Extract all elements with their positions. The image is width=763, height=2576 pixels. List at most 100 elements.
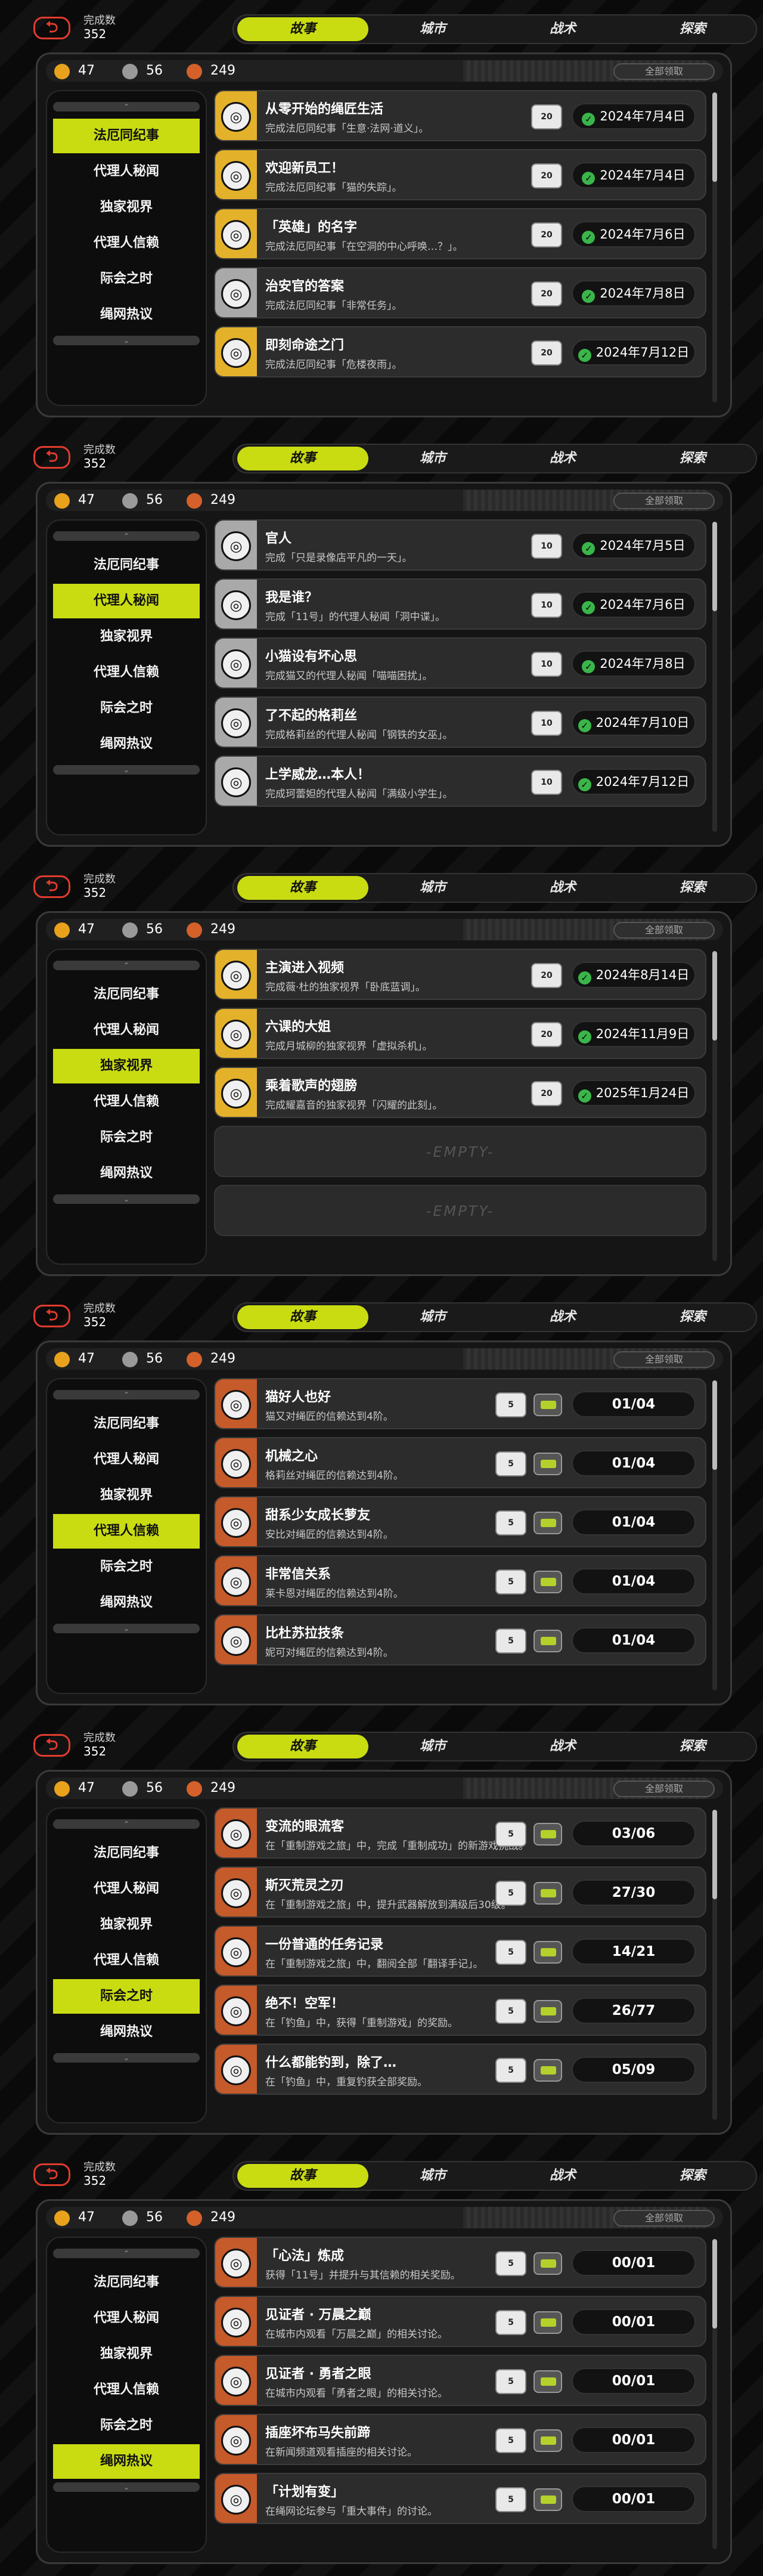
list-scrollbar[interactable]: [712, 2239, 717, 2549]
category-item[interactable]: 独家视界: [53, 620, 200, 654]
tab-1[interactable]: 城市: [367, 2164, 498, 2188]
scroll-down-icon[interactable]: ⌄: [53, 1194, 200, 1204]
category-item[interactable]: 独家视界: [53, 2337, 200, 2371]
scroll-up-icon[interactable]: ⌃: [53, 2249, 200, 2258]
achievement-row[interactable]: ◎ 非常信关系 莱卡恩对绳匠的信赖达到4阶。 5 01/04: [214, 1555, 706, 1606]
category-item[interactable]: 绳网热议: [53, 2015, 200, 2049]
achievement-row[interactable]: ◎ 「心法」炼成 获得「11号」并提升与其信赖的相关奖励。 5 00/01: [214, 2237, 706, 2288]
claim-all-button[interactable]: 全部领取: [613, 1781, 715, 1797]
category-item[interactable]: 际会之时: [53, 1120, 200, 1155]
tab-1[interactable]: 城市: [367, 17, 498, 41]
list-scrollbar[interactable]: [712, 522, 717, 832]
achievement-row[interactable]: ◎ 六课的大姐 完成月城柳的独家视界「虚拟杀机」。 20 ✓ 2024年11月9日: [214, 1008, 706, 1059]
achievement-row[interactable]: ◎ 「计划有变」 在绳网论坛参与「重大事件」的讨论。 5 00/01: [214, 2473, 706, 2524]
category-item[interactable]: 代理人秘闻: [53, 1872, 200, 1906]
achievement-row[interactable]: ◎ 一份普通的任务记录 在「重制游戏之旅」中，翻阅全部「翻译手记」。 5 14/21: [214, 1925, 706, 1977]
claim-all-button[interactable]: 全部领取: [613, 922, 715, 939]
category-item[interactable]: 独家视界: [53, 1049, 200, 1083]
back-button[interactable]: ⮌: [33, 1734, 70, 1757]
tab-0[interactable]: 故事: [237, 2164, 368, 2188]
tab-2[interactable]: 战术: [497, 1735, 628, 1758]
achievement-row[interactable]: ◎ 「英雄」的名字 完成法厄同纪事「在空洞的中心呼唤…？」。 20 ✓ 2024年7月6日: [214, 208, 706, 259]
tab-2[interactable]: 战术: [497, 447, 628, 470]
back-button[interactable]: ⮌: [33, 875, 70, 898]
category-item[interactable]: 代理人秘闻: [53, 1442, 200, 1477]
achievement-row[interactable]: ◎ 绝不！空军！ 在「钓鱼」中，获得「重制游戏」的奖励。 5 26/77: [214, 1984, 706, 2036]
category-item[interactable]: 际会之时: [53, 1979, 200, 2014]
scroll-up-icon[interactable]: ⌃: [53, 1390, 200, 1400]
list-scrollbar[interactable]: [712, 1810, 717, 2120]
tab-3[interactable]: 探索: [627, 2164, 758, 2188]
achievement-row[interactable]: ◎ 插座坏布马失前蹄 在新闻频道观看插座的相关讨论。 5 00/01: [214, 2414, 706, 2465]
achievement-row[interactable]: ◎ 机械之心 格莉丝对绳匠的信赖达到4阶。 5 01/04: [214, 1437, 706, 1488]
category-item[interactable]: 际会之时: [53, 2408, 200, 2443]
tab-0[interactable]: 故事: [237, 17, 368, 41]
tab-1[interactable]: 城市: [367, 447, 498, 470]
achievement-row[interactable]: ◎ 即刻命途之门 完成法厄同纪事「危楼夜雨」。 20 ✓ 2024年7月12日: [214, 326, 706, 377]
scroll-down-icon[interactable]: ⌄: [53, 2482, 200, 2492]
tab-1[interactable]: 城市: [367, 876, 498, 900]
category-item[interactable]: 法厄同纪事: [53, 548, 200, 583]
achievement-row[interactable]: ◎ 主演进入视频 完成薇·杜的独家视界「卧底蓝调」。 20 ✓ 2024年8月14日: [214, 949, 706, 1000]
achievement-row[interactable]: ◎ 比杜苏拉技条 妮可对绳匠的信赖达到4阶。 5 01/04: [214, 1614, 706, 1665]
achievement-row[interactable]: ◎ 见证者 · 万晨之巅 在城市内观看「万晨之巅」的相关讨论。 5 00/01: [214, 2296, 706, 2347]
category-item[interactable]: 法厄同纪事: [53, 1407, 200, 1441]
tab-3[interactable]: 探索: [627, 447, 758, 470]
tab-2[interactable]: 战术: [497, 1305, 628, 1329]
claim-all-button[interactable]: 全部领取: [613, 1351, 715, 1368]
scroll-up-icon[interactable]: ⌃: [53, 1819, 200, 1829]
category-item[interactable]: 代理人信赖: [53, 226, 200, 261]
category-item[interactable]: 法厄同纪事: [53, 1836, 200, 1871]
tab-2[interactable]: 战术: [497, 2164, 628, 2188]
category-item[interactable]: 绳网热议: [53, 298, 200, 332]
scroll-thumb[interactable]: [712, 1810, 717, 1899]
scroll-down-icon[interactable]: ⌄: [53, 2053, 200, 2063]
category-item[interactable]: 代理人信赖: [53, 2373, 200, 2407]
achievement-row[interactable]: ◎ 欢迎新员工！ 完成法厄同纪事「猫的失踪」。 20 ✓ 2024年7月4日: [214, 149, 706, 200]
category-item[interactable]: 法厄同纪事: [53, 119, 200, 153]
scroll-up-icon[interactable]: ⌃: [53, 961, 200, 970]
list-scrollbar[interactable]: [712, 1380, 717, 1690]
category-item[interactable]: 代理人秘闻: [53, 584, 200, 618]
category-item[interactable]: 独家视界: [53, 1478, 200, 1513]
category-item[interactable]: 法厄同纪事: [53, 2265, 200, 2300]
achievement-row[interactable]: ◎ 我是谁？ 完成「11号」的代理人秘闻「洞中谍」。 10 ✓ 2024年7月6日: [214, 578, 706, 630]
tab-0[interactable]: 故事: [237, 876, 368, 900]
scroll-thumb[interactable]: [712, 951, 717, 1041]
back-button[interactable]: ⮌: [33, 17, 70, 39]
tab-2[interactable]: 战术: [497, 876, 628, 900]
back-button[interactable]: ⮌: [33, 2163, 70, 2186]
back-button[interactable]: ⮌: [33, 1305, 70, 1327]
category-item[interactable]: 代理人秘闻: [53, 1013, 200, 1048]
achievement-row[interactable]: ◎ 乘着歌声的翅膀 完成耀嘉音的独家视界「闪耀的此刻」。 20 ✓ 2025年1月24日: [214, 1067, 706, 1118]
achievement-row[interactable]: ◎ 上学威龙…本人！ 完成珂蕾妲的代理人秘闻「满级小学生」。 10 ✓ 2024年7月12…: [214, 756, 706, 807]
category-item[interactable]: 际会之时: [53, 262, 200, 296]
tab-3[interactable]: 探索: [627, 876, 758, 900]
category-item[interactable]: 绳网热议: [53, 2444, 200, 2479]
tab-3[interactable]: 探索: [627, 1305, 758, 1329]
claim-all-button[interactable]: 全部领取: [613, 63, 715, 80]
category-item[interactable]: 绳网热议: [53, 1586, 200, 1620]
achievement-row[interactable]: ◎ 什么都能钓到，除了… 在「钓鱼」中，重复钓获全部奖励。 5 05/09: [214, 2044, 706, 2095]
category-item[interactable]: 代理人秘闻: [53, 154, 200, 189]
category-item[interactable]: 代理人秘闻: [53, 2301, 200, 2336]
achievement-row[interactable]: ◎ 小猫设有坏心思 完成猫又的代理人秘闻「喵喵困扰」。 10 ✓ 2024年7月8日: [214, 637, 706, 689]
tab-0[interactable]: 故事: [237, 1305, 368, 1329]
category-item[interactable]: 绳网热议: [53, 727, 200, 761]
scroll-thumb[interactable]: [712, 2239, 717, 2329]
achievement-row[interactable]: ◎ 官人 完成「只是录像店平凡的一天」。 10 ✓ 2024年7月5日: [214, 519, 706, 571]
scroll-up-icon[interactable]: ⌃: [53, 102, 200, 112]
category-item[interactable]: 代理人信赖: [53, 1943, 200, 1978]
achievement-row[interactable]: ◎ 见证者 · 勇者之眼 在城市内观看「勇者之眼」的相关讨论。 5 00/01: [214, 2355, 706, 2406]
back-button[interactable]: ⮌: [33, 446, 70, 469]
tab-1[interactable]: 城市: [367, 1305, 498, 1329]
claim-all-button[interactable]: 全部领取: [613, 2210, 715, 2227]
claim-all-button[interactable]: 全部领取: [613, 493, 715, 509]
tab-3[interactable]: 探索: [627, 17, 758, 41]
list-scrollbar[interactable]: [712, 92, 717, 402]
scroll-thumb[interactable]: [712, 1380, 717, 1470]
category-item[interactable]: 独家视界: [53, 1908, 200, 1942]
tab-3[interactable]: 探索: [627, 1735, 758, 1758]
tab-0[interactable]: 故事: [237, 1735, 368, 1758]
category-item[interactable]: 际会之时: [53, 691, 200, 726]
